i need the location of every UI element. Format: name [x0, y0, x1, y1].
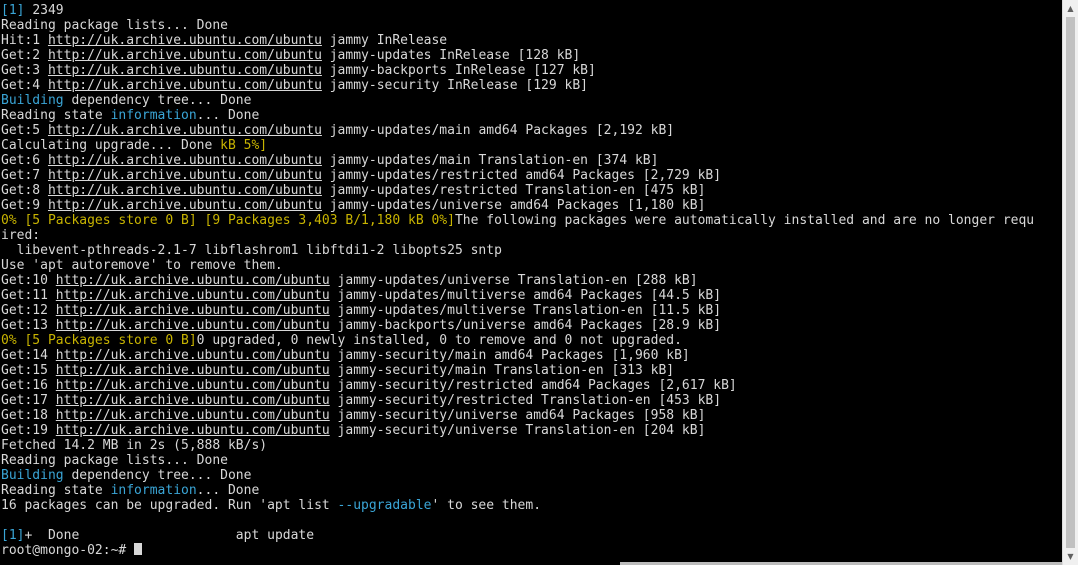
terminal-line: Get:2 http://uk.archive.ubuntu.com/ubunt… [1, 48, 581, 63]
terminal-line: Use 'apt autoremove' to remove them. [1, 258, 283, 273]
terminal-line: 0% [5 Packages store 0 B]0 upgraded, 0 n… [1, 333, 682, 348]
terminal-line: Get:16 http://uk.archive.ubuntu.com/ubun… [1, 378, 737, 393]
vertical-scrollbar[interactable]: ▲ ▼ [1062, 0, 1078, 565]
terminal-line: Get:13 http://uk.archive.ubuntu.com/ubun… [1, 318, 722, 333]
terminal-line: Calculating upgrade... Done kB 5%] [1, 138, 268, 153]
terminal-line: Building dependency tree... Done [1, 468, 252, 483]
repo-link[interactable]: http://uk.archive.ubuntu.com/ubuntu [48, 183, 322, 198]
repo-link[interactable]: http://uk.archive.ubuntu.com/ubuntu [56, 288, 330, 303]
terminal-line: libevent-pthreads-2.1-7 libflashrom1 lib… [1, 243, 502, 258]
process-id: 2349 [32, 3, 64, 18]
repo-link[interactable]: http://uk.archive.ubuntu.com/ubuntu [48, 33, 322, 48]
repo-link[interactable]: http://uk.archive.ubuntu.com/ubuntu [48, 168, 322, 183]
terminal-line: Reading state information... Done [1, 483, 260, 498]
terminal-line: Get:3 http://uk.archive.ubuntu.com/ubunt… [1, 63, 596, 78]
terminal-line: Get:5 http://uk.archive.ubuntu.com/ubunt… [1, 123, 675, 138]
repo-link[interactable]: http://uk.archive.ubuntu.com/ubuntu [48, 153, 322, 168]
prompt-line[interactable]: root@mongo-02:~# [0, 543, 1062, 558]
terminal-line: Reading package lists... Done [1, 453, 228, 468]
terminal-line: Get:4 http://uk.archive.ubuntu.com/ubunt… [1, 78, 589, 93]
job-id: [1] [1, 3, 25, 18]
repo-link[interactable]: http://uk.archive.ubuntu.com/ubuntu [56, 363, 330, 378]
repo-link[interactable]: http://uk.archive.ubuntu.com/ubuntu [48, 78, 322, 93]
terminal-line: [1]+ Done apt update [1, 528, 315, 543]
terminal-line: Reading state information... Done [1, 108, 260, 123]
scrollbar-thumb[interactable] [1066, 17, 1075, 548]
terminal-line: Get:7 http://uk.archive.ubuntu.com/ubunt… [1, 168, 722, 183]
terminal-line: Fetched 14.2 MB in 2s (5,888 kB/s) [1, 438, 268, 453]
terminal-output[interactable]: [1] 2349 Reading package lists... Done H… [0, 0, 1062, 565]
repo-link[interactable]: http://uk.archive.ubuntu.com/ubuntu [48, 198, 322, 213]
repo-link[interactable]: http://uk.archive.ubuntu.com/ubuntu [56, 423, 330, 438]
repo-link[interactable]: http://uk.archive.ubuntu.com/ubuntu [56, 378, 330, 393]
scroll-down-arrow-icon[interactable]: ▼ [1063, 548, 1078, 565]
repo-link[interactable]: http://uk.archive.ubuntu.com/ubuntu [56, 348, 330, 363]
terminal-line: Get:11 http://uk.archive.ubuntu.com/ubun… [1, 288, 722, 303]
scroll-up-arrow-icon[interactable]: ▲ [1063, 0, 1078, 17]
terminal-line: Get:9 http://uk.archive.ubuntu.com/ubunt… [1, 198, 706, 213]
repo-link[interactable]: http://uk.archive.ubuntu.com/ubuntu [56, 318, 330, 333]
terminal-line: 0% [5 Packages store 0 B] [9 Packages 3,… [1, 213, 1035, 228]
terminal-line: Get:10 http://uk.archive.ubuntu.com/ubun… [1, 273, 698, 288]
terminal-line: Reading package lists... Done [1, 18, 228, 33]
terminal-line: Get:19 http://uk.archive.ubuntu.com/ubun… [1, 423, 706, 438]
repo-link[interactable]: http://uk.archive.ubuntu.com/ubuntu [56, 303, 330, 318]
job-id: [1] [1, 528, 25, 543]
repo-link[interactable]: http://uk.archive.ubuntu.com/ubuntu [48, 123, 322, 138]
repo-link[interactable]: http://uk.archive.ubuntu.com/ubuntu [56, 273, 330, 288]
text-cursor [134, 543, 143, 555]
terminal-line: Get:15 http://uk.archive.ubuntu.com/ubun… [1, 363, 675, 378]
progress-status: 0% [5 Packages store 0 B] [9 Packages 3,… [1, 213, 455, 228]
repo-link[interactable]: http://uk.archive.ubuntu.com/ubuntu [48, 63, 322, 78]
progress-status: 0% [5 Packages store 0 B] [1, 333, 197, 348]
terminal-line: Get:18 http://uk.archive.ubuntu.com/ubun… [1, 408, 706, 423]
terminal-line: [1] 2349 [0, 3, 1062, 18]
terminal-line: Get:6 http://uk.archive.ubuntu.com/ubunt… [1, 153, 659, 168]
terminal-line: Building dependency tree... Done [1, 93, 252, 108]
terminal-line: Get:12 http://uk.archive.ubuntu.com/ubun… [1, 303, 722, 318]
terminal-line: Get:8 http://uk.archive.ubuntu.com/ubunt… [1, 183, 706, 198]
terminal-line: 16 packages can be upgraded. Run 'apt li… [1, 498, 542, 513]
terminal-line: Get:14 http://uk.archive.ubuntu.com/ubun… [1, 348, 690, 363]
terminal-line: ired: [1, 228, 41, 243]
repo-link[interactable]: http://uk.archive.ubuntu.com/ubuntu [56, 393, 330, 408]
terminal-line: Hit:1 http://uk.archive.ubuntu.com/ubunt… [1, 33, 448, 48]
shell-prompt: root@mongo-02:~# [1, 543, 135, 558]
repo-link[interactable]: http://uk.archive.ubuntu.com/ubuntu [56, 408, 330, 423]
repo-link[interactable]: http://uk.archive.ubuntu.com/ubuntu [48, 48, 322, 63]
terminal-line: Get:17 http://uk.archive.ubuntu.com/ubun… [1, 393, 722, 408]
